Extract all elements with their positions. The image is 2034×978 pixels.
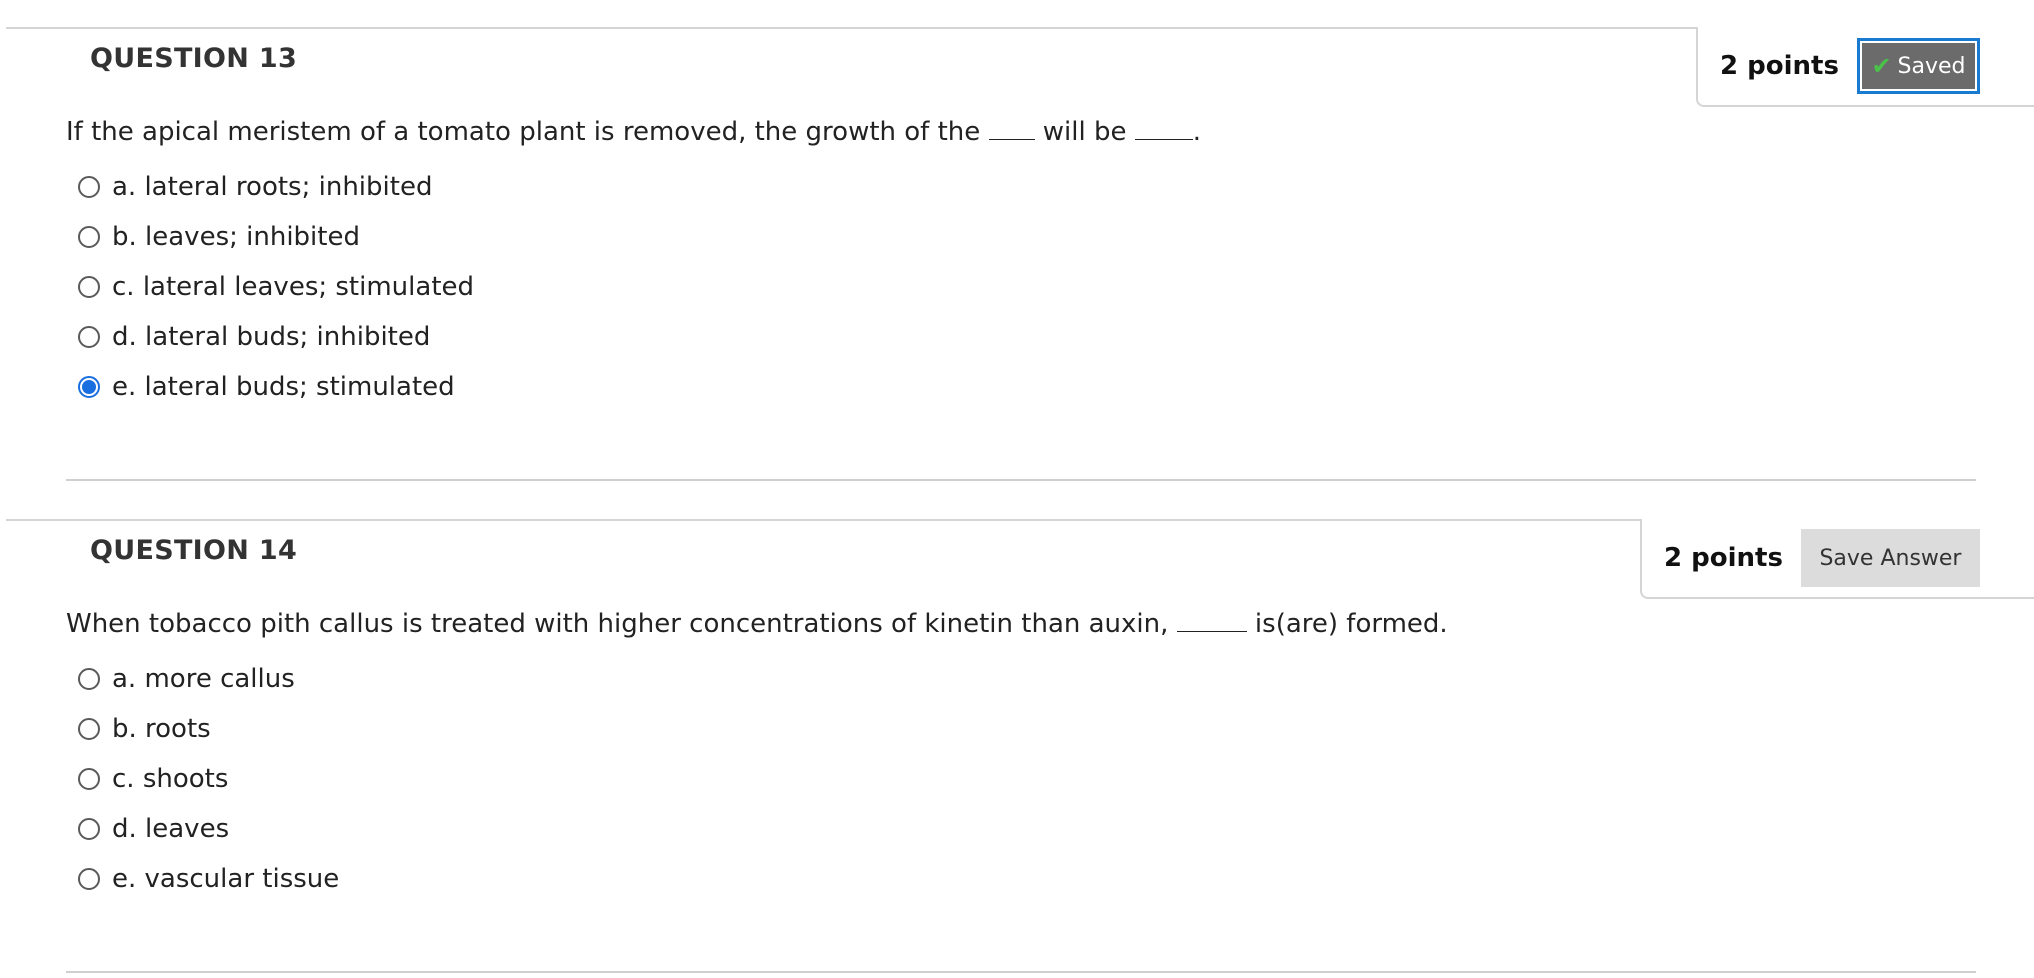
- option-label: c. shoots: [112, 764, 229, 794]
- saved-button[interactable]: ✔ Saved: [1856, 38, 1980, 94]
- radio-button[interactable]: [78, 326, 100, 348]
- answer-blank: [988, 119, 1035, 140]
- question-text-part: .: [1192, 117, 1202, 147]
- question-title: QUESTION 13: [90, 43, 298, 74]
- radio-button[interactable]: [78, 768, 100, 790]
- question-text: If the apical meristem of a tomato plant…: [66, 117, 1201, 147]
- radio-button[interactable]: [78, 718, 100, 740]
- question-title: QUESTION 14: [90, 535, 298, 566]
- points-label: 2 points: [1664, 543, 1783, 573]
- answer-option-d[interactable]: d. leaves: [78, 804, 339, 854]
- radio-button[interactable]: [78, 176, 100, 198]
- question-separator: [66, 971, 1976, 973]
- option-label: d. lateral buds; inhibited: [112, 322, 431, 352]
- question-text-part: When tobacco pith callus is treated with…: [66, 609, 1169, 639]
- question-text-part: is(are) formed.: [1254, 609, 1448, 639]
- points-box: 2 points ✔ Saved: [1696, 27, 2034, 107]
- answer-blank: [1134, 119, 1193, 140]
- radio-button[interactable]: [78, 818, 100, 840]
- points-label: 2 points: [1720, 51, 1839, 81]
- answer-option-c[interactable]: c. lateral leaves; stimulated: [78, 262, 474, 312]
- question-14-block: QUESTION 14 2 points Save Answer When to…: [6, 519, 2034, 973]
- option-label: b. roots: [112, 714, 211, 744]
- saved-button-label: Saved: [1897, 53, 1966, 79]
- radio-button[interactable]: [78, 668, 100, 690]
- answer-options: a. lateral roots; inhibited b. leaves; i…: [78, 162, 474, 412]
- question-text: When tobacco pith callus is treated with…: [66, 609, 1448, 639]
- answer-options: a. more callus b. roots c. shoots d. lea…: [78, 654, 339, 904]
- option-label: a. more callus: [112, 664, 295, 694]
- save-answer-button[interactable]: Save Answer: [1800, 529, 1980, 587]
- check-icon: ✔: [1871, 52, 1892, 80]
- answer-option-a[interactable]: a. lateral roots; inhibited: [78, 162, 474, 212]
- answer-option-d[interactable]: d. lateral buds; inhibited: [78, 312, 474, 362]
- answer-blank: [1176, 611, 1247, 632]
- answer-option-e[interactable]: e. lateral buds; stimulated: [78, 362, 474, 412]
- test-page: QUESTION 13 2 points ✔ Saved If the apic…: [0, 0, 2034, 978]
- answer-option-a[interactable]: a. more callus: [78, 654, 339, 704]
- option-label: e. vascular tissue: [112, 864, 340, 894]
- radio-button[interactable]: [78, 226, 100, 248]
- option-label: c. lateral leaves; stimulated: [112, 272, 475, 302]
- radio-button[interactable]: [78, 276, 100, 298]
- question-text-part: If the apical meristem of a tomato plant…: [66, 117, 981, 147]
- question-text-part: will be: [1042, 117, 1127, 147]
- question-separator: [66, 479, 1976, 481]
- question-13-block: QUESTION 13 2 points ✔ Saved If the apic…: [6, 27, 2034, 481]
- answer-option-b[interactable]: b. leaves; inhibited: [78, 212, 474, 262]
- answer-option-c[interactable]: c. shoots: [78, 754, 339, 804]
- radio-button-selected[interactable]: [78, 376, 100, 398]
- points-box: 2 points Save Answer: [1640, 519, 2034, 599]
- option-label: b. leaves; inhibited: [112, 222, 360, 252]
- answer-option-b[interactable]: b. roots: [78, 704, 339, 754]
- option-label: e. lateral buds; stimulated: [112, 372, 455, 402]
- answer-option-e[interactable]: e. vascular tissue: [78, 854, 339, 904]
- radio-button[interactable]: [78, 868, 100, 890]
- option-label: d. leaves: [112, 814, 230, 844]
- option-label: a. lateral roots; inhibited: [112, 172, 433, 202]
